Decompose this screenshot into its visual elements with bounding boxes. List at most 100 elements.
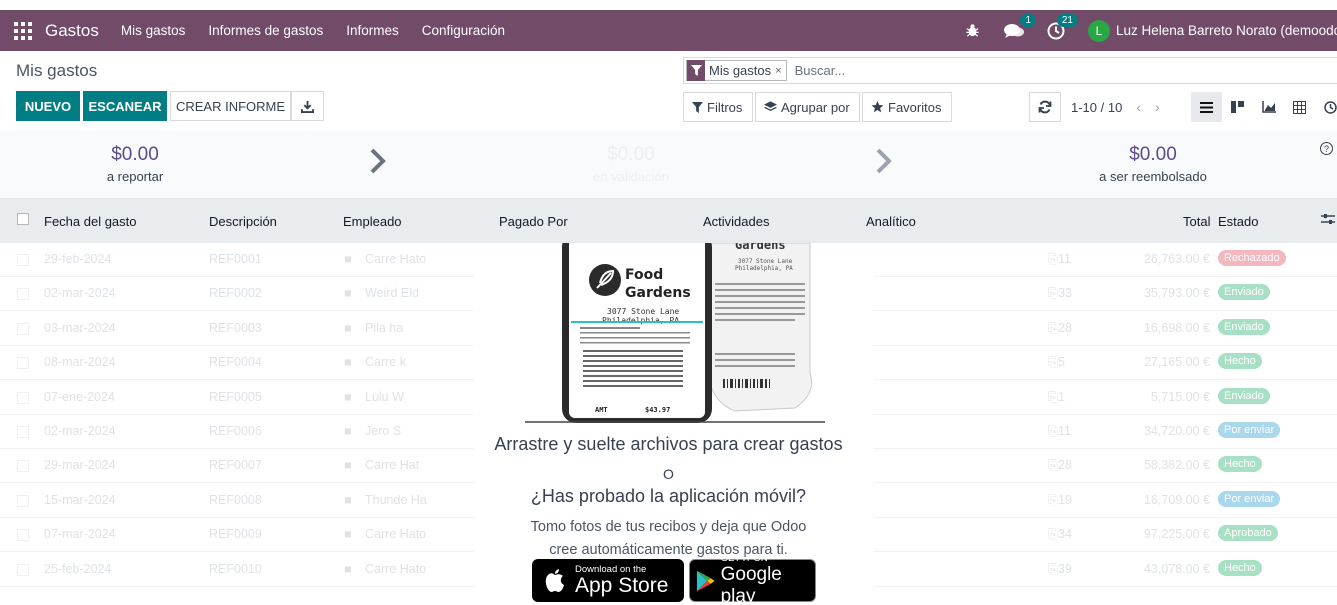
create-report-button[interactable]: CREAR INFORME: [170, 91, 291, 121]
menu-informes[interactable]: Informes: [346, 23, 399, 38]
search-facet[interactable]: Mis gastos ×: [686, 60, 787, 81]
row-attachments: 39: [1058, 561, 1072, 576]
download-icon: [301, 100, 314, 113]
column-header-date[interactable]: Fecha del gasto: [44, 214, 137, 229]
chevron-left-icon[interactable]: ‹: [1136, 99, 1141, 115]
summary-label: a reportar: [106, 169, 164, 184]
receipt-city-back: Philadelphia, PA: [735, 265, 793, 272]
summary-to-reimburse[interactable]: $0.00 a ser reembolsado: [1088, 144, 1218, 184]
apps-menu-icon[interactable]: [14, 21, 32, 40]
chevron-right-icon[interactable]: ›: [1155, 99, 1160, 115]
summary-amount: $0.00: [1129, 144, 1177, 165]
row-date: 08-mar-2024: [44, 355, 116, 370]
search-input[interactable]: Buscar...: [795, 63, 846, 78]
chevron-right-icon: [370, 148, 386, 174]
mobile-app-question: ¿Has probado la aplicación móvil?: [530, 486, 807, 506]
employee-avatar-icon: ■: [344, 561, 352, 576]
row-checkbox[interactable]: [17, 288, 29, 301]
summary-label: a ser reembolsado: [1099, 169, 1207, 184]
refresh-icon[interactable]: [1029, 92, 1061, 122]
receipt-illustration: Gardens 3077 Stone Lane Philadelphia, PA…: [525, 243, 825, 423]
column-header-activities[interactable]: Actividades: [703, 214, 769, 229]
drop-files-hint: Arrastre y suelte archivos para crear ga…: [494, 434, 843, 454]
summary-to-report[interactable]: $0.00 a reportar: [85, 144, 185, 184]
filters-button[interactable]: Filtros: [683, 92, 753, 122]
column-header-paid-by[interactable]: Pagado Por: [499, 214, 568, 229]
remove-facet-icon[interactable]: ×: [775, 65, 785, 77]
new-button[interactable]: NUEVO: [16, 91, 80, 121]
mobile-app-line1: Tomo fotos de tus recibos y deja que Odo…: [530, 519, 807, 535]
app-store-button[interactable]: Download on the App Store: [532, 559, 684, 602]
group-by-button[interactable]: Agrupar por: [755, 92, 860, 122]
list-view-icon[interactable]: [1191, 92, 1222, 122]
employee-avatar-icon: ■: [344, 252, 352, 266]
receipt-brand-line2: Gardens: [625, 285, 691, 301]
help-icon[interactable]: ?: [1320, 142, 1333, 155]
google-play-big: Google play: [720, 563, 782, 605]
app-store-small: Download on the: [575, 563, 647, 575]
row-description: REF0003: [209, 320, 262, 335]
row-date: 03-mar-2024: [44, 320, 116, 335]
attachment-icon: ⎘: [1048, 286, 1059, 301]
google-play-small: GET IT ON: [720, 552, 768, 564]
row-date: 07-ene-2024: [44, 389, 115, 404]
employee-avatar-icon: ■: [344, 389, 352, 404]
status-badge: Enviado: [1218, 318, 1270, 335]
optional-columns-icon[interactable]: [1321, 213, 1335, 228]
menu-mis-gastos[interactable]: Mis gastos: [121, 23, 186, 38]
row-checkbox[interactable]: [17, 357, 29, 370]
row-checkbox[interactable]: [17, 563, 29, 576]
search-bar: Mis gastos × Buscar...: [683, 57, 1337, 84]
employee-avatar-icon: ■: [344, 286, 352, 301]
clock-icon[interactable]: 21: [1046, 13, 1078, 41]
page-title: Mis gastos: [16, 61, 98, 80]
table-header: Fecha del gasto Descripción Empleado Pag…: [0, 198, 1337, 243]
row-checkbox[interactable]: [17, 322, 29, 335]
row-date: 29-feb-2024: [44, 252, 112, 266]
status-badge: Enviado: [1218, 387, 1270, 404]
row-description: REF0001: [209, 252, 262, 266]
row-checkbox[interactable]: [17, 254, 29, 266]
row-employee: Lulu W: [365, 389, 404, 404]
google-play-button[interactable]: GET IT ON Google play: [689, 553, 816, 605]
pager-value[interactable]: 1-10 / 10: [1071, 100, 1122, 115]
group-by-label: Agrupar por: [781, 99, 850, 115]
menu-configuracion[interactable]: Configuración: [422, 23, 505, 38]
expense-summary: $0.00 a reportar $0.00 en validación $0.…: [0, 130, 1337, 198]
row-date: 25-feb-2024: [44, 561, 112, 576]
bug-icon[interactable]: [962, 21, 982, 41]
scan-button[interactable]: ESCANEAR: [83, 91, 167, 121]
app-store-big: App Store: [575, 573, 669, 597]
row-total: 27,165.00 €: [1143, 355, 1210, 370]
receipt-brand-line1: Food: [625, 267, 663, 283]
kanban-view-icon[interactable]: [1222, 92, 1253, 122]
filters-label: Filtros: [707, 99, 743, 115]
column-header-analytic[interactable]: Analítico: [866, 214, 916, 229]
user-name[interactable]: Luz Helena Barreto Norato (demoodoo: [1116, 23, 1337, 38]
activity-view-icon[interactable]: [1315, 92, 1337, 122]
row-date: 02-mar-2024: [44, 286, 116, 301]
row-description: REF0004: [209, 355, 262, 370]
column-header-total[interactable]: Total: [1183, 214, 1210, 229]
receipt-amount-label: AMT: [595, 406, 608, 414]
graph-view-icon[interactable]: [1253, 92, 1284, 122]
row-checkbox[interactable]: [17, 391, 29, 404]
favorites-button[interactable]: Favoritos: [862, 92, 952, 122]
row-employee: Carre Hato: [365, 561, 427, 576]
select-all-checkbox[interactable]: [17, 213, 29, 225]
column-header-employee[interactable]: Empleado: [343, 214, 402, 229]
column-header-description[interactable]: Descripción: [209, 214, 277, 229]
summary-in-validation[interactable]: $0.00 en validación: [581, 144, 681, 184]
pivot-view-icon[interactable]: [1284, 92, 1315, 122]
app-name[interactable]: Gastos: [45, 21, 99, 41]
row-employee: Pila ha: [365, 320, 404, 335]
row-total: 43,078.00 €: [1143, 561, 1210, 576]
avatar[interactable]: L: [1088, 19, 1110, 42]
download-button[interactable]: [291, 91, 324, 121]
chat-icon[interactable]: 1: [1004, 13, 1036, 41]
row-total: 5,715.00 €: [1150, 389, 1210, 404]
menu-informes-de-gastos[interactable]: Informes de gastos: [208, 23, 323, 38]
layers-icon: [764, 101, 777, 111]
column-header-state[interactable]: Estado: [1218, 214, 1258, 229]
chevron-right-icon: [876, 148, 892, 174]
